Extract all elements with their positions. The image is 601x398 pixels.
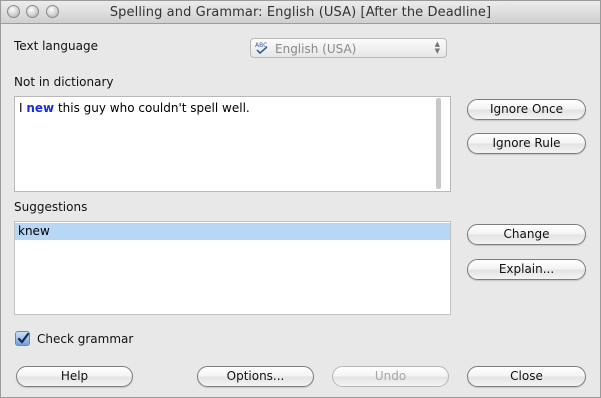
text-area-scrollbar[interactable]	[436, 98, 441, 189]
change-button[interactable]: Change	[467, 224, 586, 245]
check-grammar-checkbox[interactable]	[15, 331, 30, 346]
spelling-grammar-dialog: Spelling and Grammar: English (USA) [Aft…	[0, 0, 601, 398]
language-selected-value: English (USA)	[275, 42, 357, 56]
undo-button[interactable]: Undo	[332, 366, 449, 387]
close-button[interactable]: Close	[467, 366, 586, 387]
explain-button[interactable]: Explain...	[467, 259, 586, 280]
suggestion-item-label: knew	[18, 224, 50, 238]
options-button[interactable]: Options...	[197, 366, 314, 387]
suggestion-item[interactable]: knew	[15, 223, 450, 240]
text-language-label: Text language	[14, 39, 98, 53]
suggestions-list[interactable]: knew	[14, 221, 451, 315]
window-title: Spelling and Grammar: English (USA) [Aft…	[109, 5, 492, 20]
not-in-dictionary-label: Not in dictionary	[14, 75, 114, 89]
misspelled-word: new	[26, 101, 55, 115]
ignore-rule-button[interactable]: Ignore Rule	[467, 133, 586, 154]
sentence-text: I new this guy who couldn't spell well.	[19, 101, 250, 115]
popup-arrows-icon: ▲ ▼	[434, 40, 440, 55]
help-button[interactable]: Help	[16, 366, 133, 387]
checkmark-icon	[17, 332, 30, 344]
title-bar[interactable]: Spelling and Grammar: English (USA) [Aft…	[1, 1, 600, 24]
language-popup[interactable]: ABC English (USA) ▲ ▼	[250, 38, 447, 58]
sentence-text-area[interactable]: I new this guy who couldn't spell well.	[14, 96, 451, 192]
suggestions-label: Suggestions	[14, 200, 88, 214]
check-grammar-label: Check grammar	[37, 332, 134, 346]
sentence-suffix: this guy who couldn't spell well.	[54, 101, 250, 115]
abc-spellcheck-icon: ABC	[255, 42, 268, 55]
ignore-once-button[interactable]: Ignore Once	[467, 99, 586, 120]
